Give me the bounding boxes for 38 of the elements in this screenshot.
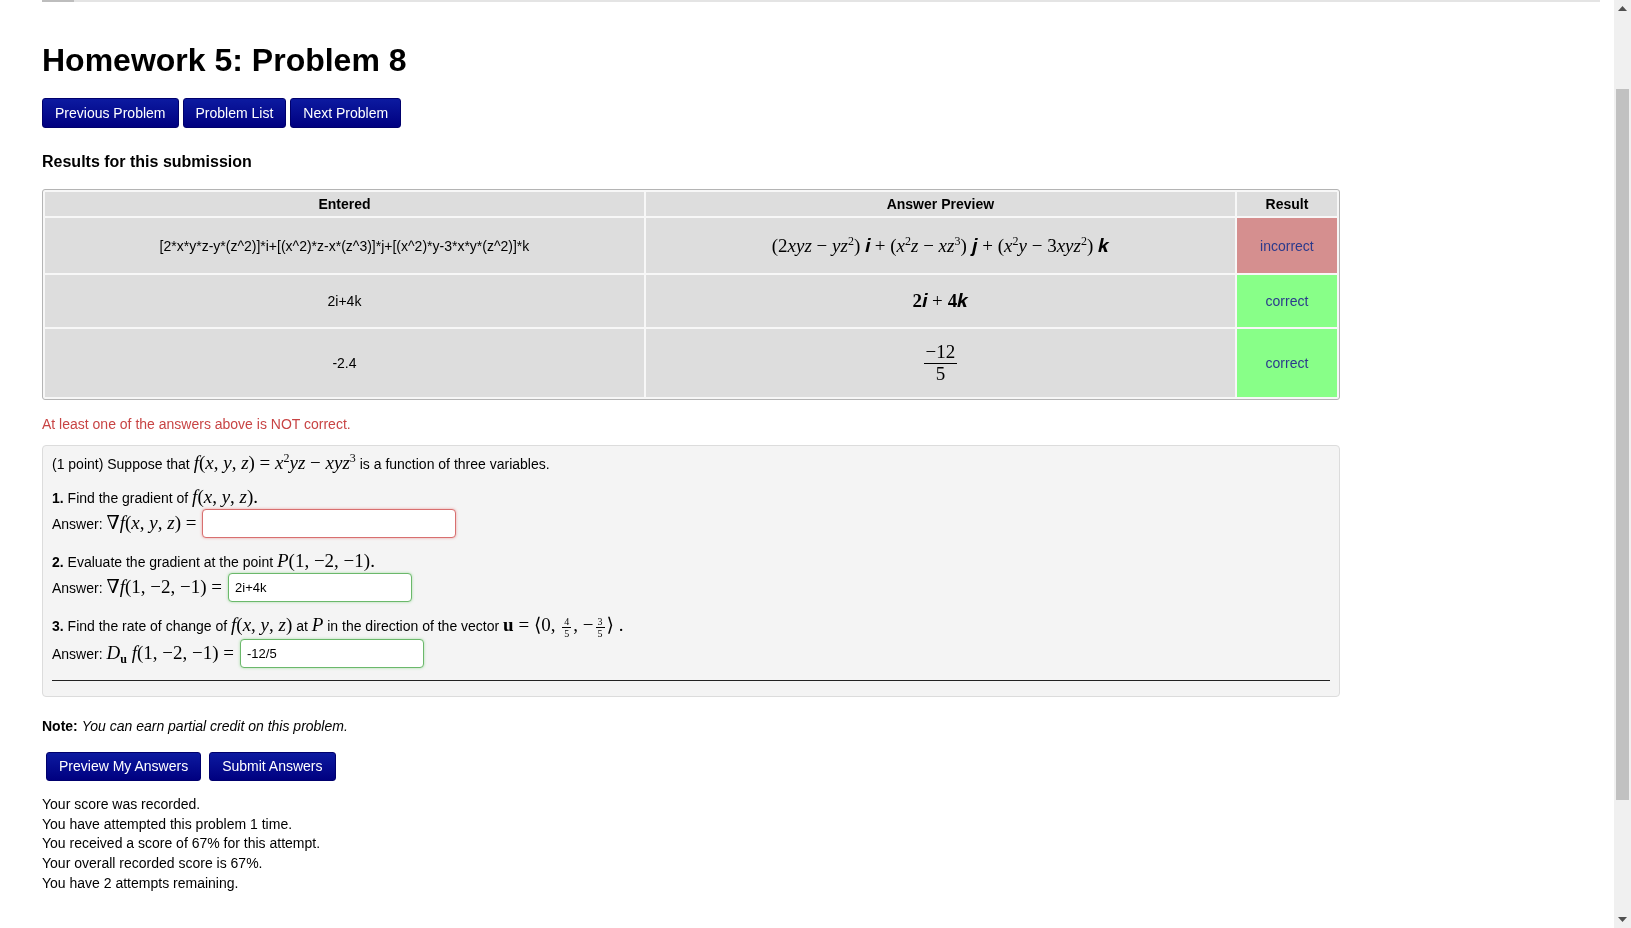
action-button[interactable]: Preview My Answers [46, 751, 202, 781]
answer-label: Answer: ∇f(1, −2, −1) = [52, 576, 223, 599]
answer-field[interactable] [202, 509, 457, 538]
action-button[interactable]: Submit Answers [209, 751, 336, 781]
status-line: Your overall recorded score is 67%. [42, 854, 264, 874]
column-header: Answer Preview [645, 192, 1235, 216]
entered-cell: 2i+4k [45, 275, 644, 327]
scrollbar-thumb[interactable] [1616, 89, 1629, 800]
answer-label: Answer: ∇f(x, y, z) = [52, 512, 197, 535]
up-arrow-icon[interactable] [1618, 6, 1627, 11]
status-line: Your score was recorded. [42, 794, 202, 814]
answer-label: Answer: D$_{u}$ f(1, −2, −1) = [52, 641, 234, 665]
result-cell: correct [1236, 329, 1337, 397]
error-message: At least one of the answers above is NOT correct. [42, 415, 352, 433]
results-heading: Results for this submission [42, 152, 253, 172]
nav-button[interactable]: Problem List [182, 98, 287, 128]
answer-field[interactable]: -12/5 [240, 638, 424, 668]
math-preview-cell: −12 5 [645, 329, 1235, 397]
problem-text: (1 point) Suppose that f(x, y, z) = x$^{2}$yz − xyz$^{3}$ is a function of three variables. [52, 452, 551, 475]
answer-field[interactable]: 2i+4k [228, 573, 413, 602]
nav-button[interactable]: Next Problem [290, 98, 402, 128]
question-text: 2. Evaluate the gradient at the point P(1, −2, −1). [52, 550, 376, 573]
page-title: Homework 5: Problem 8 [42, 41, 408, 79]
math-preview-cell: (2xyz − yz$^{2}$) 𝒊 + (x$^{2}$z − xz$^{3}$) 𝒋 + (x$^{2}$y − 3xyz$^{2}$) 𝒌 [645, 218, 1235, 273]
entered-cell: -2.4 [45, 329, 644, 397]
column-header: Result [1236, 192, 1337, 216]
status-line: You have attempted this problem 1 time. [42, 814, 294, 834]
question-text: 1. Find the gradient of f(x, y, z). [52, 486, 260, 509]
status-line: You received a score of 67% for this attempt. [42, 834, 322, 854]
nav-button[interactable]: Previous Problem [42, 98, 179, 128]
note-text: Note: You can earn partial credit on this problem. [42, 716, 349, 736]
math-preview-cell: 2𝒊 + 4𝒌 [645, 275, 1235, 327]
column-header: Entered [45, 192, 644, 216]
status-line: You have 2 attempts remaining. [42, 874, 240, 893]
result-cell: incorrect [1236, 218, 1337, 273]
down-arrow-icon[interactable] [1618, 917, 1627, 922]
entered-cell: [2*x*y*z-y*(z^2)]*i+[(x^2)*z-x*(z^3)]*j+[(x^2)*y-3*x*y*(z^2)]*k [45, 218, 644, 273]
result-cell: correct [1236, 275, 1337, 327]
